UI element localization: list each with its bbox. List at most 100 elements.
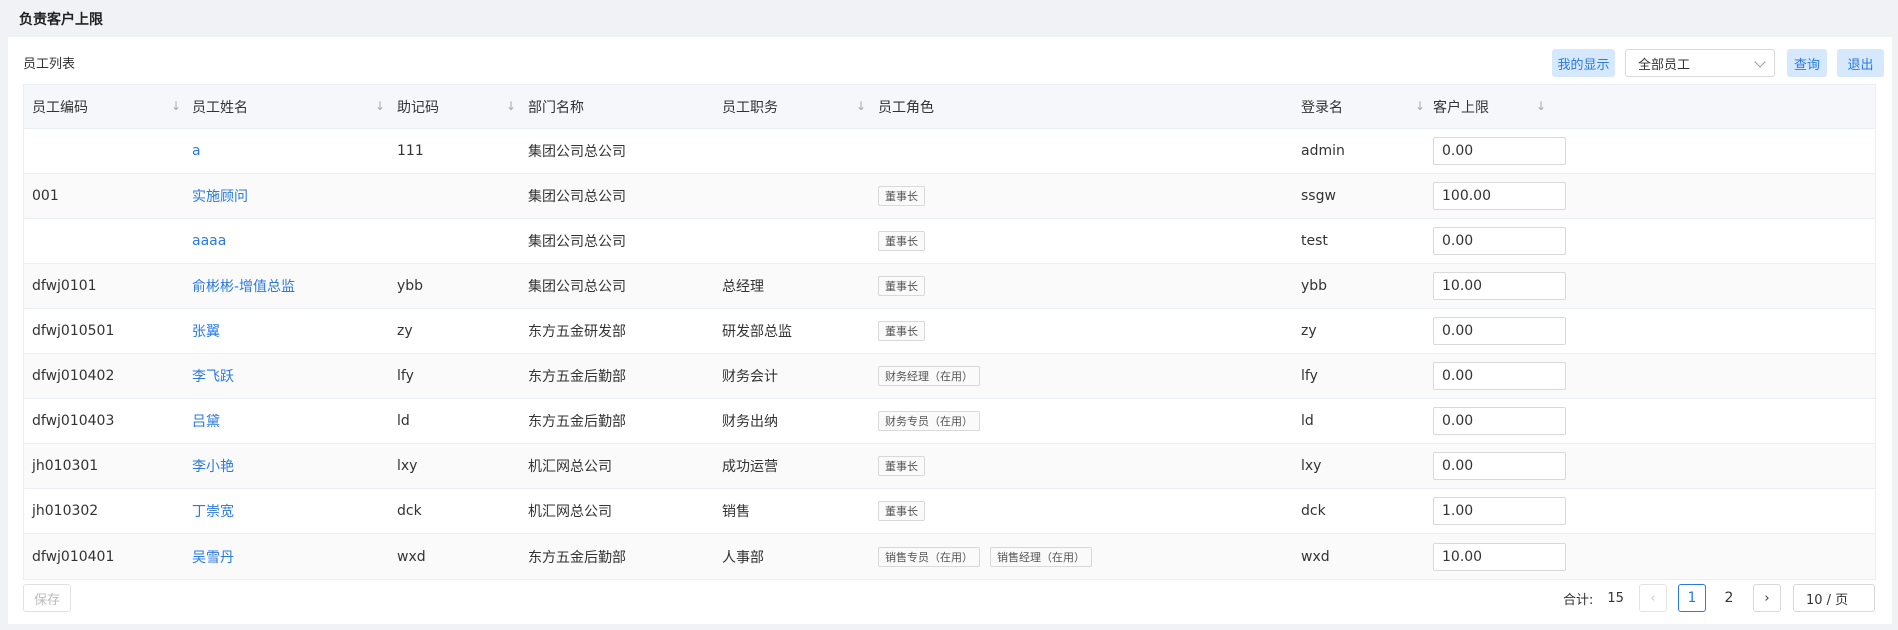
next-page-button[interactable]: › bbox=[1753, 584, 1781, 612]
sort-icon[interactable]: ↓ bbox=[1536, 99, 1548, 113]
customer-limit-input[interactable] bbox=[1433, 317, 1566, 345]
sort-icon[interactable]: ↓ bbox=[375, 99, 387, 113]
table-row[interactable]: aaaa 集团公司总公司 董事长 test bbox=[24, 219, 1875, 264]
table-header: 员工编码 ↓ 员工姓名 ↓ 助记码 ↓ 部门名称 员工职务 ↓ 员工角色 登录名 ↓ 客户上限 ↓ bbox=[24, 85, 1875, 129]
employee-name-link[interactable]: 丁崇宽 bbox=[192, 489, 234, 533]
cell-limit bbox=[1433, 309, 1566, 353]
customer-limit-input[interactable] bbox=[1433, 452, 1566, 480]
column-header[interactable]: 助记码 bbox=[397, 85, 439, 128]
cell-dept: 东方五金后勤部 bbox=[528, 369, 626, 385]
cell-roles: 董事长 bbox=[878, 444, 935, 488]
column-header[interactable]: 员工姓名 bbox=[192, 85, 248, 128]
customer-limit-input[interactable] bbox=[1433, 137, 1566, 165]
sort-icon[interactable]: ↓ bbox=[1415, 99, 1427, 113]
sort-icon[interactable]: ↓ bbox=[171, 99, 183, 113]
customer-limit-input[interactable] bbox=[1433, 272, 1566, 300]
cell-limit bbox=[1433, 534, 1566, 579]
role-tag: 销售专员（在用） bbox=[878, 546, 980, 567]
table-row[interactable]: dfwj010501 张翼 zy 东方五金研发部 研发部总监 董事长 zy bbox=[24, 309, 1875, 354]
page-2[interactable]: 2 bbox=[1715, 584, 1743, 612]
cell-dept: 机汇网总公司 bbox=[528, 504, 612, 520]
table-row[interactable]: dfwj010402 李飞跃 lfy 东方五金后勤部 财务会计 财务经理（在用） lfy bbox=[24, 354, 1875, 399]
cell-login: lxy bbox=[1301, 458, 1322, 474]
employee-name-link[interactable]: 李小艳 bbox=[192, 444, 234, 488]
cell-roles: 董事长 bbox=[878, 264, 935, 308]
column-header[interactable]: 客户上限 bbox=[1433, 85, 1489, 128]
customer-limit-input[interactable] bbox=[1433, 407, 1566, 435]
role-tag: 财务专员（在用） bbox=[878, 411, 980, 431]
cell-mnemonic: lxy bbox=[397, 458, 418, 474]
cell-code: dfwj010403 bbox=[32, 413, 115, 429]
exit-button[interactable]: 退出 bbox=[1837, 49, 1884, 77]
employee-name-link[interactable]: 吴雪丹 bbox=[192, 534, 234, 579]
employee-name-link[interactable]: aaaa bbox=[192, 219, 226, 263]
cell-position: 成功运营 bbox=[722, 459, 778, 475]
employee-name-link[interactable]: a bbox=[192, 129, 201, 173]
cell-limit bbox=[1433, 399, 1566, 443]
column-header[interactable]: 登录名 bbox=[1301, 85, 1343, 128]
column-header[interactable]: 部门名称 bbox=[528, 85, 584, 128]
cell-position: 研发部总监 bbox=[722, 324, 792, 340]
role-tag: 董事长 bbox=[878, 231, 925, 251]
customer-limit-input[interactable] bbox=[1433, 227, 1566, 255]
column-header[interactable]: 员工编码 bbox=[32, 85, 88, 128]
table-row[interactable]: dfwj0101 俞彬彬-增值总监 ybb 集团公司总公司 总经理 董事长 ybb bbox=[24, 264, 1875, 309]
cell-mnemonic: ld bbox=[397, 413, 410, 429]
cell-roles: 董事长 bbox=[878, 219, 935, 263]
cell-roles: 财务专员（在用） bbox=[878, 399, 990, 443]
cell-position: 总经理 bbox=[722, 279, 764, 295]
table-row[interactable]: 001 实施顾问 集团公司总公司 董事长 ssgw bbox=[24, 174, 1875, 219]
column-header[interactable]: 员工角色 bbox=[878, 85, 934, 128]
cell-position: 财务出纳 bbox=[722, 414, 778, 430]
cell-dept: 东方五金研发部 bbox=[528, 324, 626, 340]
my-display-button[interactable]: 我的显示 bbox=[1552, 49, 1615, 77]
cell-dept: 集团公司总公司 bbox=[528, 279, 626, 295]
page-size-value: 10 / 页 bbox=[1806, 592, 1849, 608]
role-tag: 销售经理（在用） bbox=[990, 546, 1092, 567]
total-count: 15 bbox=[1607, 590, 1624, 606]
save-button[interactable]: 保存 bbox=[23, 584, 71, 612]
customer-limit-input[interactable] bbox=[1433, 542, 1566, 571]
cell-code: dfwj010402 bbox=[32, 368, 115, 384]
table-row[interactable]: dfwj010401 吴雪丹 wxd 东方五金后勤部 人事部 销售专员（在用） 销售经理（在… bbox=[24, 534, 1875, 579]
employee-name-link[interactable]: 吕黛 bbox=[192, 399, 220, 443]
cell-position: 销售 bbox=[722, 504, 750, 520]
customer-limit-input[interactable] bbox=[1433, 497, 1566, 525]
query-button[interactable]: 查询 bbox=[1787, 49, 1827, 77]
cell-login: wxd bbox=[1301, 548, 1330, 565]
cell-roles: 财务经理（在用） bbox=[878, 354, 990, 398]
table-row[interactable]: jh010302 丁崇宽 dck 机汇网总公司 销售 董事长 dck bbox=[24, 489, 1875, 534]
cell-limit bbox=[1433, 129, 1566, 173]
pagination: 合计: 15 ‹ 1 2 › 10 / 页 bbox=[1563, 584, 1883, 612]
cell-dept: 东方五金后勤部 bbox=[528, 414, 626, 430]
cell-mnemonic: wxd bbox=[397, 548, 426, 565]
table-row[interactable]: dfwj010403 吕黛 ld 东方五金后勤部 财务出纳 财务专员（在用） ld bbox=[24, 399, 1875, 444]
section-title: 员工列表 bbox=[23, 57, 76, 72]
prev-page-button[interactable]: ‹ bbox=[1639, 584, 1667, 612]
employee-table: 员工编码 ↓ 员工姓名 ↓ 助记码 ↓ 部门名称 员工职务 ↓ 员工角色 登录名 ↓ 客户上限 ↓ a 11… bbox=[23, 84, 1876, 580]
cell-mnemonic: lfy bbox=[397, 368, 414, 384]
table-row[interactable]: a 111 集团公司总公司 admin bbox=[24, 129, 1875, 174]
employee-name-link[interactable]: 实施顾问 bbox=[192, 174, 248, 218]
cell-code: jh010301 bbox=[32, 458, 99, 474]
role-tag: 董事长 bbox=[878, 456, 925, 476]
column-header[interactable]: 员工职务 bbox=[722, 85, 778, 128]
role-tag: 董事长 bbox=[878, 321, 925, 341]
sort-icon[interactable]: ↓ bbox=[856, 99, 868, 113]
cell-login: ssgw bbox=[1301, 188, 1336, 204]
chevron-left-icon: ‹ bbox=[1650, 590, 1656, 606]
page-1[interactable]: 1 bbox=[1678, 584, 1706, 612]
employee-name-link[interactable]: 俞彬彬-增值总监 bbox=[192, 264, 295, 308]
employee-filter-select[interactable]: 全部员工 bbox=[1625, 49, 1775, 77]
employee-name-link[interactable]: 李飞跃 bbox=[192, 354, 234, 398]
customer-limit-input[interactable] bbox=[1433, 182, 1566, 210]
customer-limit-input[interactable] bbox=[1433, 362, 1566, 390]
employee-filter-value: 全部员工 bbox=[1638, 57, 1691, 73]
sort-icon[interactable]: ↓ bbox=[506, 99, 518, 113]
employee-name-link[interactable]: 张翼 bbox=[192, 309, 220, 353]
role-tag: 财务经理（在用） bbox=[878, 366, 980, 386]
chevron-right-icon: › bbox=[1764, 590, 1770, 606]
cell-dept: 东方五金后勤部 bbox=[528, 549, 626, 566]
page-size-select[interactable]: 10 / 页 bbox=[1793, 584, 1875, 612]
table-row[interactable]: jh010301 李小艳 lxy 机汇网总公司 成功运营 董事长 lxy bbox=[24, 444, 1875, 489]
